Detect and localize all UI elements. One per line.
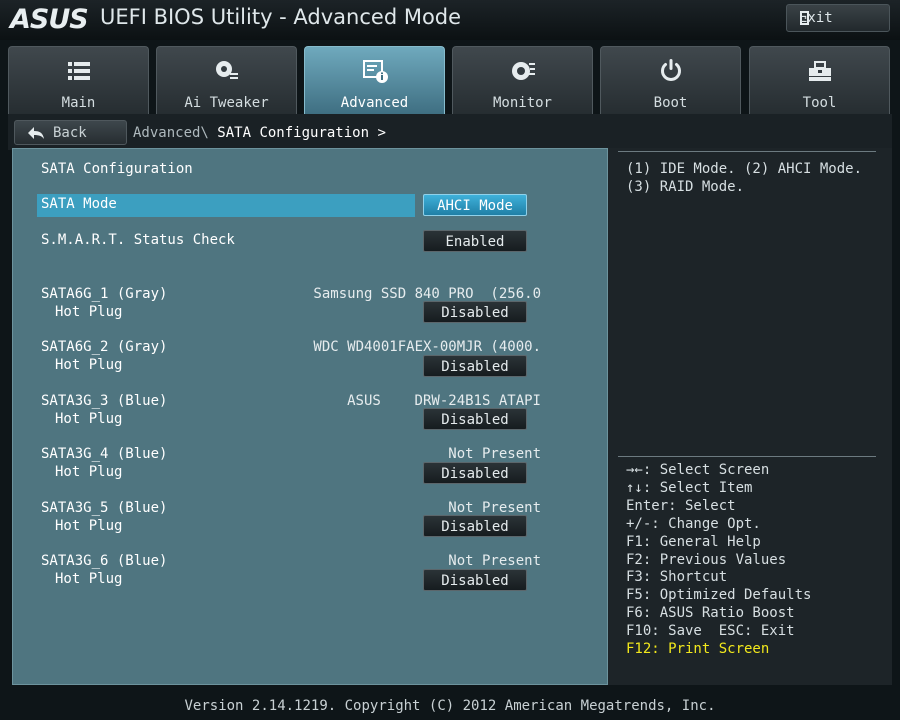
hot-plug-label: Hot Plug	[55, 411, 123, 427]
exit-button[interactable]: Exit	[786, 4, 890, 32]
port-device: Not Present	[448, 446, 541, 462]
port-name: SATA3G_4 (Blue)	[41, 446, 168, 462]
help-text: (1) IDE Mode. (2) AHCI Mode. (3) RAID Mo…	[626, 161, 863, 195]
advanced-icon	[362, 60, 388, 83]
key-hint: +/-: Change Opt.	[626, 515, 761, 532]
tab-ai-tweaker[interactable]: Ai Tweaker	[156, 46, 297, 114]
back-label: Back	[53, 124, 87, 141]
hot-plug-select[interactable]: Disabled	[423, 301, 527, 323]
exit-label: Exit	[799, 10, 833, 26]
tool-icon	[808, 61, 831, 81]
hot-plug-label: Hot Plug	[55, 304, 123, 320]
main-tabs: Main Ai Tweaker Advanced Monitor Boot To…	[8, 46, 892, 114]
tab-label: Ai Tweaker	[184, 95, 269, 111]
port-device: Samsung SSD 840 PRO (256.0	[313, 286, 541, 302]
key-hint: F2: Previous Values	[626, 551, 787, 568]
sata-mode-select[interactable]: AHCI Mode	[423, 194, 527, 216]
smart-status-label: S.M.A.R.T. Status Check	[41, 232, 235, 248]
tab-advanced[interactable]: Advanced	[304, 46, 445, 114]
hot-plug-select[interactable]: Disabled	[423, 462, 527, 484]
tab-main[interactable]: Main	[8, 46, 149, 114]
key-hint: F6: ASUS Ratio Boost	[626, 605, 795, 622]
tab-tool[interactable]: Tool	[749, 46, 890, 114]
smart-status-select[interactable]: Enabled	[423, 230, 527, 252]
tab-boot[interactable]: Boot	[600, 46, 741, 114]
tweaker-icon	[215, 61, 238, 79]
key-hint-print-screen: F12: Print Screen	[626, 641, 770, 658]
key-hint: ↑↓: Select Item	[626, 479, 753, 496]
hot-plug-select[interactable]: Disabled	[423, 408, 527, 430]
hot-plug-label: Hot Plug	[55, 464, 123, 480]
port-device: Not Present	[448, 500, 541, 516]
port-name: SATA3G_3 (Blue)	[41, 393, 168, 409]
tab-label: Tool	[802, 95, 837, 111]
section-title: SATA Configuration	[41, 161, 193, 177]
tab-label: Monitor	[492, 95, 552, 111]
help-panel: (1) IDE Mode. (2) AHCI Mode. (3) RAID Mo…	[608, 148, 892, 685]
version-footer: Version 2.14.1219. Copyright (C) 2012 Am…	[184, 698, 716, 714]
divider	[618, 456, 876, 457]
hot-plug-select[interactable]: Disabled	[423, 355, 527, 377]
key-hint: F5: Optimized Defaults	[626, 587, 812, 604]
key-hint: Enter: Select	[626, 497, 736, 514]
hot-plug-label: Hot Plug	[55, 571, 123, 587]
sata-mode-label: SATA Mode	[41, 196, 117, 212]
port-name: SATA6G_1 (Gray)	[41, 286, 168, 302]
hot-plug-select[interactable]: Disabled	[423, 515, 527, 537]
list-icon	[67, 62, 90, 80]
port-device: WDC WD4001FAEX-00MJR (4000.	[313, 339, 541, 355]
breadcrumb-parent[interactable]: Advanced\	[133, 125, 209, 141]
tab-monitor[interactable]: Monitor	[452, 46, 593, 114]
divider	[618, 151, 876, 152]
port-name: SATA3G_6 (Blue)	[41, 553, 168, 569]
breadcrumb-current: SATA Configuration >	[217, 125, 386, 141]
key-hint: F3: Shortcut	[626, 569, 728, 586]
tab-label: Main	[61, 95, 96, 111]
key-hint: F1: General Help	[626, 533, 761, 550]
key-hint: →←: Select Screen	[626, 462, 770, 478]
settings-panel: SATA Configuration SATA Mode AHCI Mode S…	[12, 148, 608, 685]
port-name: SATA6G_2 (Gray)	[41, 339, 168, 355]
tab-label: Advanced	[340, 95, 409, 111]
back-button[interactable]: Back	[14, 120, 127, 145]
port-device: ASUS DRW-24B1S ATAPI	[347, 393, 541, 409]
navigation-bar: Back Advanced\ SATA Configuration >	[8, 114, 892, 150]
breadcrumb: Advanced\ SATA Configuration >	[133, 125, 386, 141]
app-title: UEFI BIOS Utility - Advanced Mode	[100, 5, 462, 29]
port-device: Not Present	[448, 553, 541, 569]
hot-plug-label: Hot Plug	[55, 518, 123, 534]
back-arrow-icon	[28, 126, 44, 139]
tab-label: Boot	[653, 95, 688, 111]
port-name: SATA3G_5 (Blue)	[41, 500, 168, 516]
asus-logo: ASUS	[10, 4, 89, 35]
hot-plug-select[interactable]: Disabled	[423, 569, 527, 591]
key-legend: →←: Select Screen ↑↓: Select Item Enter:…	[626, 462, 811, 659]
monitor-icon	[511, 62, 535, 80]
hot-plug-label: Hot Plug	[55, 357, 123, 373]
title-bar: ASUS UEFI BIOS Utility - Advanced Mode E…	[0, 0, 900, 40]
power-icon	[660, 59, 681, 81]
key-hint: F10: Save ESC: Exit	[626, 623, 795, 640]
